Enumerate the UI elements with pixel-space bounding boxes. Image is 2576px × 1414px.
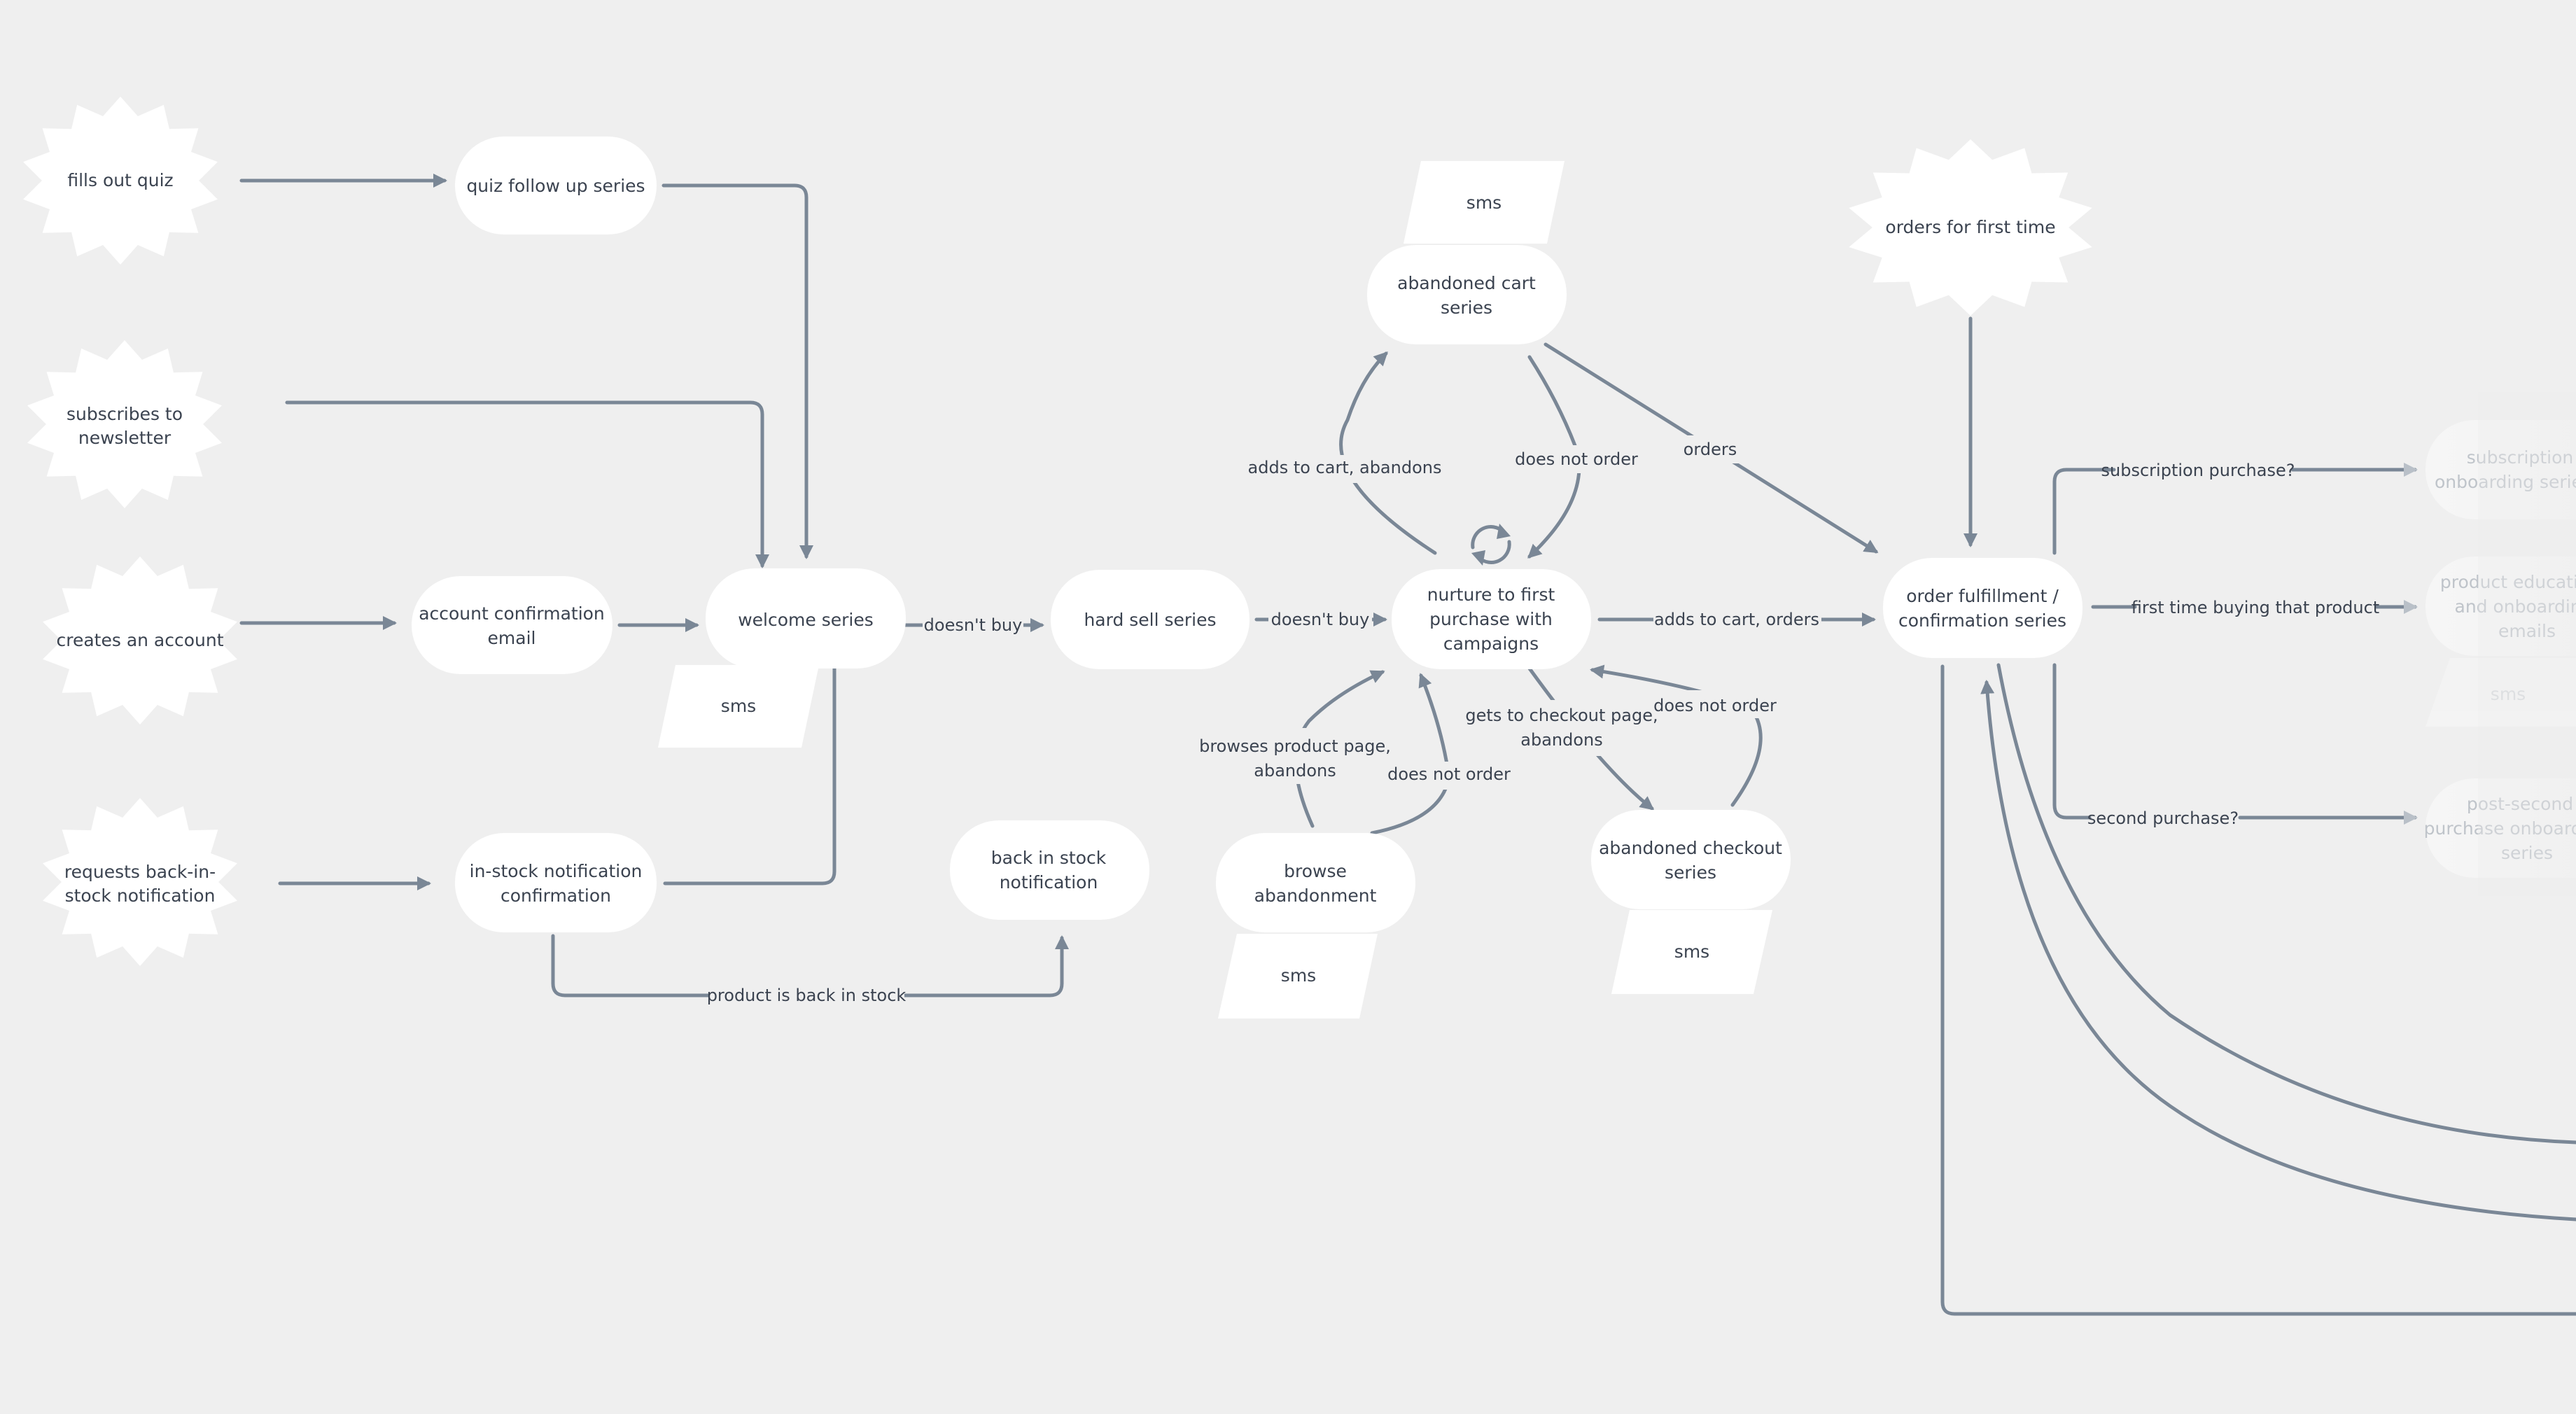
node-shape <box>950 820 1149 920</box>
node-label: quiz follow up series <box>466 176 645 196</box>
node-label-line3: campaigns <box>1443 634 1539 654</box>
refresh-cycle-icon <box>1471 524 1511 566</box>
sms-label: sms <box>721 696 756 716</box>
label-checkout-abandons: abandons <box>1520 730 1603 750</box>
trigger-label: orders for first time <box>1885 217 2055 237</box>
node-label-line2: abandonment <box>1254 886 1377 906</box>
node-shape <box>1367 245 1567 344</box>
label-does-not-order-cart: does not order <box>1515 449 1638 469</box>
node-in-stock-confirmation[interactable]: in-stock notification confirmation <box>455 833 657 932</box>
starburst-shape <box>27 340 222 508</box>
trigger-requests-back-in-stock[interactable]: requests back-in- stock notification <box>43 798 237 966</box>
node-shape <box>1883 558 2082 658</box>
node-label-line1: in-stock notification <box>470 861 643 881</box>
edge-newsletter-to-welcome <box>285 400 769 568</box>
trigger-subscribes-newsletter[interactable]: subscribes to newsletter <box>27 340 222 508</box>
node-shape <box>1216 833 1415 932</box>
node-label-line1: order fulfillment / <box>1906 586 2059 606</box>
label-doesnt-buy-2: doesn't buy <box>1271 610 1370 629</box>
trigger-label-line2: stock notification <box>65 886 216 906</box>
sms-label: sms <box>1674 941 1709 962</box>
label-does-not-order-checkout: does not order <box>1653 696 1777 715</box>
node-browse-abandonment[interactable]: browse abandonment <box>1216 833 1415 932</box>
trigger-label-line2: newsletter <box>78 428 172 448</box>
edge-fulfillment-to-second <box>2052 663 2092 820</box>
label-adds-to-cart-abandons: adds to cart, abandons <box>1248 458 1442 477</box>
sms-label: sms <box>1281 965 1316 986</box>
node-label-line1: nurture to first <box>1427 584 1555 605</box>
node-label-line1: abandoned cart <box>1397 273 1536 293</box>
node-label-line2: series <box>1441 298 1492 318</box>
node-hard-sell-series[interactable]: hard sell series <box>1051 570 1250 669</box>
label-subscription-purchase: subscription purchase? <box>2101 461 2295 480</box>
sms-welcome[interactable]: sms <box>658 665 819 748</box>
node-shape <box>1591 810 1791 909</box>
node-quiz-follow-up[interactable]: quiz follow up series <box>455 136 657 234</box>
node-account-confirmation[interactable]: account confirmation email <box>412 576 612 674</box>
node-shape <box>455 833 657 932</box>
node-nurture[interactable]: nurture to first purchase with campaigns <box>1392 569 1591 669</box>
label-does-not-order-browse: does not order <box>1387 764 1511 784</box>
node-label-line2: confirmation <box>500 886 611 906</box>
label-gets-to-checkout: gets to checkout page, <box>1465 706 1658 725</box>
edge-labels: doesn't buy doesn't buy product is back … <box>707 435 2379 1007</box>
trigger-creates-account[interactable]: creates an account <box>43 556 237 724</box>
sms-label: sms <box>1466 192 1502 213</box>
label-doesnt-buy-1: doesn't buy <box>924 615 1023 635</box>
label-first-time-buying: first time buying that product <box>2132 598 2379 617</box>
edge-nurture-to-cart <box>1339 351 1437 555</box>
trigger-label-line1: subscribes to <box>66 404 183 424</box>
label-browses-product-page: browses product page, <box>1199 736 1391 756</box>
node-label: hard sell series <box>1084 610 1216 630</box>
edges <box>239 174 2576 1316</box>
edge-fulfillment-to-subscription <box>2052 468 2116 555</box>
node-back-in-stock-notification[interactable]: back in stock notification <box>950 820 1149 920</box>
starburst-shape <box>43 798 237 966</box>
flow-diagram-canvas: doesn't buy doesn't buy product is back … <box>23 97 2576 1316</box>
node-label: welcome series <box>738 610 874 630</box>
trigger-fills-out-quiz[interactable]: fills out quiz <box>23 97 218 265</box>
node-label-line1: abandoned checkout <box>1599 838 1782 858</box>
node-abandoned-checkout[interactable]: abandoned checkout series <box>1591 810 1791 909</box>
label-product-back-in-stock: product is back in stock <box>707 986 906 1005</box>
trigger-label: creates an account <box>56 630 223 650</box>
node-shape <box>412 576 612 674</box>
node-label-line2: email <box>488 628 536 648</box>
trigger-label-line1: requests back-in- <box>64 862 216 882</box>
sms-abandoned-cart[interactable]: sms <box>1404 161 1564 244</box>
edge-followup-to-welcome <box>662 183 813 559</box>
trigger-label: fills out quiz <box>67 170 173 190</box>
edge-fade-overlay <box>2478 392 2576 896</box>
sms-browse-abandonment[interactable]: sms <box>1218 934 1378 1018</box>
node-abandoned-cart[interactable]: abandoned cart series <box>1367 245 1567 344</box>
node-label-line1: browse <box>1284 861 1347 881</box>
label-browses-abandons: abandons <box>1254 761 1336 780</box>
label-second-purchase: second purchase? <box>2087 808 2239 828</box>
node-label-line1: back in stock <box>991 848 1107 868</box>
trigger-orders-first-time[interactable]: orders for first time <box>1849 139 2092 316</box>
node-label-line2: series <box>1665 862 1716 883</box>
node-order-fulfillment[interactable]: order fulfillment / confirmation series <box>1883 558 2082 658</box>
sms-abandoned-checkout[interactable]: sms <box>1611 910 1772 994</box>
label-orders: orders <box>1684 440 1737 459</box>
node-label-line1: account confirmation <box>419 603 605 624</box>
node-welcome-series[interactable]: welcome series <box>706 568 906 668</box>
node-label-line2: purchase with <box>1429 609 1553 629</box>
node-label-line2: notification <box>1000 872 1098 892</box>
label-adds-to-cart-orders: adds to cart, orders <box>1654 610 1819 629</box>
node-label-line2: confirmation series <box>1898 610 2066 631</box>
